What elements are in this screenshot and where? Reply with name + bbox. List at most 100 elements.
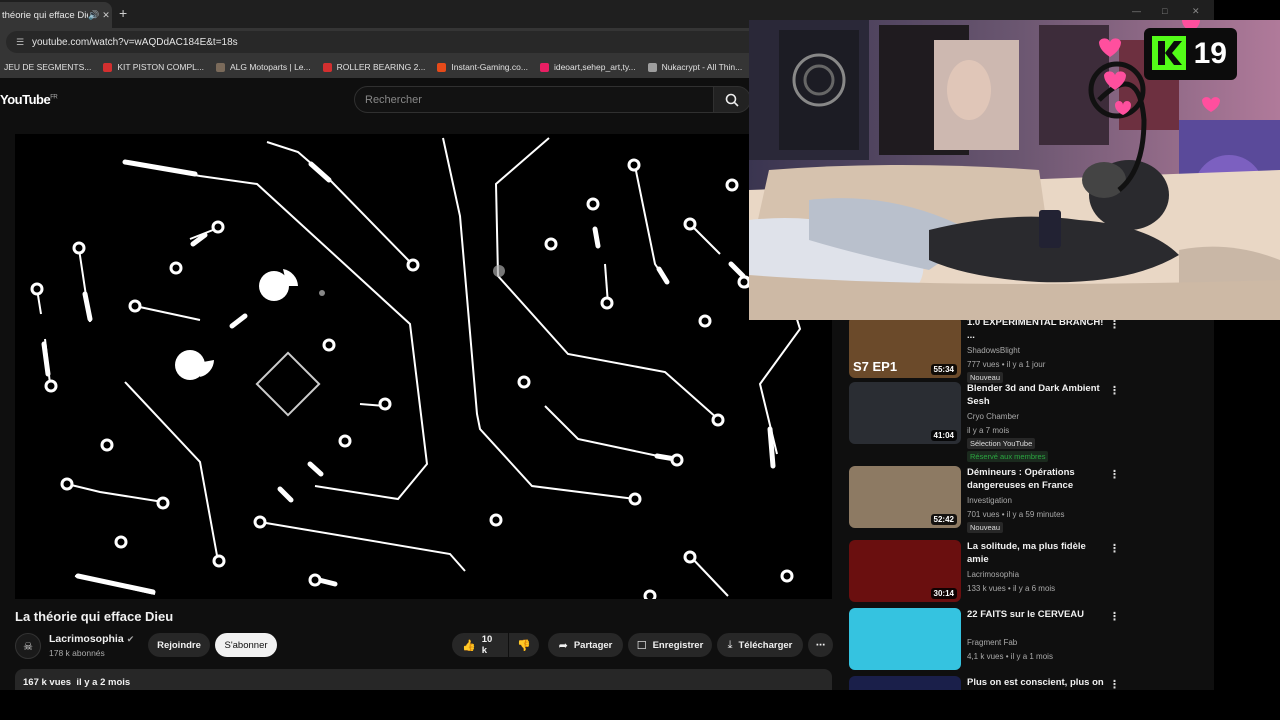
bookmark-label: ideoart,sehep_art,ty...: [553, 62, 636, 72]
recommendation-item[interactable]: 52:42 Démineurs : Opérations dangereuses …: [849, 466, 1139, 533]
bookmark-label: Instant-Gaming.co...: [451, 62, 528, 72]
bookmark-item[interactable]: ideoart,sehep_art,ty...: [539, 62, 636, 72]
recommendation-item[interactable]: Plus on est conscient, plus on ⋮: [849, 676, 1139, 690]
like-count: 10 k: [481, 634, 493, 656]
more-options-icon[interactable]: ⋮: [1109, 610, 1120, 623]
bookmark-item[interactable]: Instant-Gaming.co...: [437, 62, 528, 72]
more-icon: ⋯: [815, 639, 826, 651]
recommendation-meta: 133 k vues • il y a 6 mois: [967, 584, 1056, 593]
bookmark-favicon-icon: [437, 62, 447, 72]
recommendation-item[interactable]: 22 FAITS sur le CERVEAU Fragment Fab 4,1 k…: [849, 608, 1139, 672]
video-player[interactable]: [15, 134, 832, 599]
recommendation-title[interactable]: Démineurs : Opérations dangereuses en Fr…: [967, 466, 1107, 492]
channel-avatar[interactable]: ☠: [15, 633, 41, 659]
logo-region: FR: [50, 94, 58, 101]
close-tab-icon[interactable]: ✕: [100, 10, 112, 21]
recommendation-item[interactable]: S7 EP1 55:34 1.0 EXPERIMENTAL BRANCH! ... S…: [849, 316, 1139, 383]
search-icon: [725, 93, 739, 107]
recommendation-channel[interactable]: Cryo Chamber: [967, 410, 1019, 423]
duration-badge: 52:42: [930, 514, 957, 525]
bookmark-label: ALG Motoparts | Le...: [229, 62, 311, 72]
bookmark-item[interactable]: JEU DE SEGMENTS...: [4, 62, 91, 72]
bookmark-label: JEU DE SEGMENTS...: [4, 62, 92, 72]
recommendation-channel[interactable]: Fragment Fab: [967, 636, 1017, 649]
minimize-icon[interactable]: —: [1132, 6, 1141, 16]
thumbs-down-icon: 👎: [517, 639, 531, 652]
duration-badge: 30:14: [930, 588, 957, 599]
counter-value: 19: [1193, 37, 1227, 70]
share-icon: ➦: [558, 639, 568, 652]
bookmark-item[interactable]: KIT PISTON COMPL...: [103, 62, 204, 72]
maximize-icon[interactable]: □: [1162, 6, 1167, 16]
download-button[interactable]: ⤓ Télécharger: [717, 633, 803, 657]
dislike-button[interactable]: 👎: [509, 633, 539, 657]
channel-name[interactable]: Lacrimosophia ✔: [49, 633, 134, 645]
recommendation-channel[interactable]: Investigation: [967, 494, 1012, 507]
search-input[interactable]: Rechercher: [354, 86, 714, 113]
video-title: La théorie qui efface Dieu: [15, 609, 174, 624]
recommendation-title[interactable]: Blender 3d and Dark Ambient Sesh: [967, 382, 1107, 408]
more-options-icon[interactable]: ⋮: [1109, 468, 1120, 481]
bookmark-label: Nukacrypt - All Thin...: [661, 62, 743, 72]
bookmark-label: KIT PISTON COMPL...: [117, 62, 204, 72]
join-button[interactable]: Rejoindre: [148, 633, 210, 657]
browser-tab[interactable]: théorie qui efface Die 🔊 ✕: [0, 2, 112, 28]
close-window-icon[interactable]: ✕: [1192, 6, 1200, 17]
verified-icon: ✔: [126, 634, 135, 644]
subscribe-label: S'abonner: [224, 639, 268, 651]
recommendation-channel[interactable]: ShadowsBlight: [967, 344, 1020, 357]
recommendation-title[interactable]: Plus on est conscient, plus on: [967, 676, 1107, 689]
like-button[interactable]: 👍 10 k: [452, 633, 508, 657]
more-options-icon[interactable]: ⋮: [1109, 678, 1120, 690]
recommendation-item[interactable]: 30:14 La solitude, ma plus fidèle amie Lac…: [849, 540, 1139, 604]
recommendation-channel[interactable]: Lacrimosophia: [967, 568, 1019, 581]
recommendation-meta: 777 vues • il y a 1 jour: [967, 360, 1046, 369]
join-label: Rejoindre: [157, 639, 201, 651]
search-button[interactable]: [713, 86, 751, 113]
thumbs-up-icon: 👍: [462, 639, 476, 652]
more-options-icon[interactable]: ⋮: [1109, 542, 1120, 555]
more-actions-button[interactable]: ⋯: [808, 633, 833, 657]
recommendation-thumbnail[interactable]: [849, 676, 961, 690]
bookmark-item[interactable]: ROLLER BEARING 2...: [322, 62, 426, 72]
recommendation-thumbnail[interactable]: 30:14: [849, 540, 961, 602]
bookmark-label: ROLLER BEARING 2...: [336, 62, 426, 72]
kick-logo-icon: [1152, 36, 1186, 70]
subscriber-count: 178 k abonnés: [49, 648, 105, 658]
recommendation-item[interactable]: 41:04 Blender 3d and Dark Ambient Sesh Cry…: [849, 382, 1139, 462]
recommendation-thumbnail[interactable]: S7 EP1 55:34: [849, 316, 961, 378]
share-button[interactable]: ➦ Partager: [548, 633, 623, 657]
recommendation-badge: Nouveau: [967, 522, 1004, 533]
download-icon: ⤓: [727, 638, 733, 651]
bookmark-favicon-icon: [322, 62, 332, 72]
recommendation-meta: 4,1 k vues • il y a 1 mois: [967, 652, 1053, 661]
site-settings-icon[interactable]: ☰: [16, 37, 32, 48]
recommendation-meta: 701 vues • il y a 59 minutes: [967, 510, 1065, 519]
more-options-icon[interactable]: ⋮: [1109, 384, 1120, 397]
recommendation-thumbnail[interactable]: 41:04: [849, 382, 961, 444]
search-placeholder: Rechercher: [365, 93, 422, 106]
tab-title: théorie qui efface Die: [2, 9, 88, 21]
letterbox-bottom: [0, 690, 1214, 720]
recommendation-thumbnail[interactable]: 52:42: [849, 466, 961, 528]
download-label: Télécharger: [738, 639, 793, 651]
speaker-icon[interactable]: 🔊: [88, 10, 100, 21]
save-label: Enregistrer: [652, 639, 704, 651]
recommendation-title[interactable]: La solitude, ma plus fidèle amie: [967, 540, 1107, 566]
logo-text: YouTube: [0, 92, 51, 107]
thumbnail-text: S7 EP1: [853, 359, 898, 374]
duration-badge: 55:34: [930, 364, 957, 375]
save-button[interactable]: ☐ Enregistrer: [628, 633, 712, 657]
bookmark-favicon-icon: [103, 62, 113, 72]
bookmark-item[interactable]: Nukacrypt - All Thin...: [647, 62, 743, 72]
new-tab-button[interactable]: +: [119, 5, 127, 21]
letterbox-right: [1214, 320, 1280, 720]
description-box[interactable]: 167 k vues il y a 2 mois: [15, 669, 832, 690]
recommendation-title[interactable]: 22 FAITS sur le CERVEAU: [967, 608, 1107, 621]
view-stats: 167 k vues il y a 2 mois: [23, 677, 131, 688]
subscribe-button[interactable]: S'abonner: [215, 633, 277, 657]
bookmark-item[interactable]: ALG Motoparts | Le...: [215, 62, 311, 72]
recommendation-thumbnail[interactable]: [849, 608, 961, 670]
share-label: Partager: [573, 639, 613, 651]
youtube-logo[interactable]: YouTubeFR: [0, 92, 58, 107]
